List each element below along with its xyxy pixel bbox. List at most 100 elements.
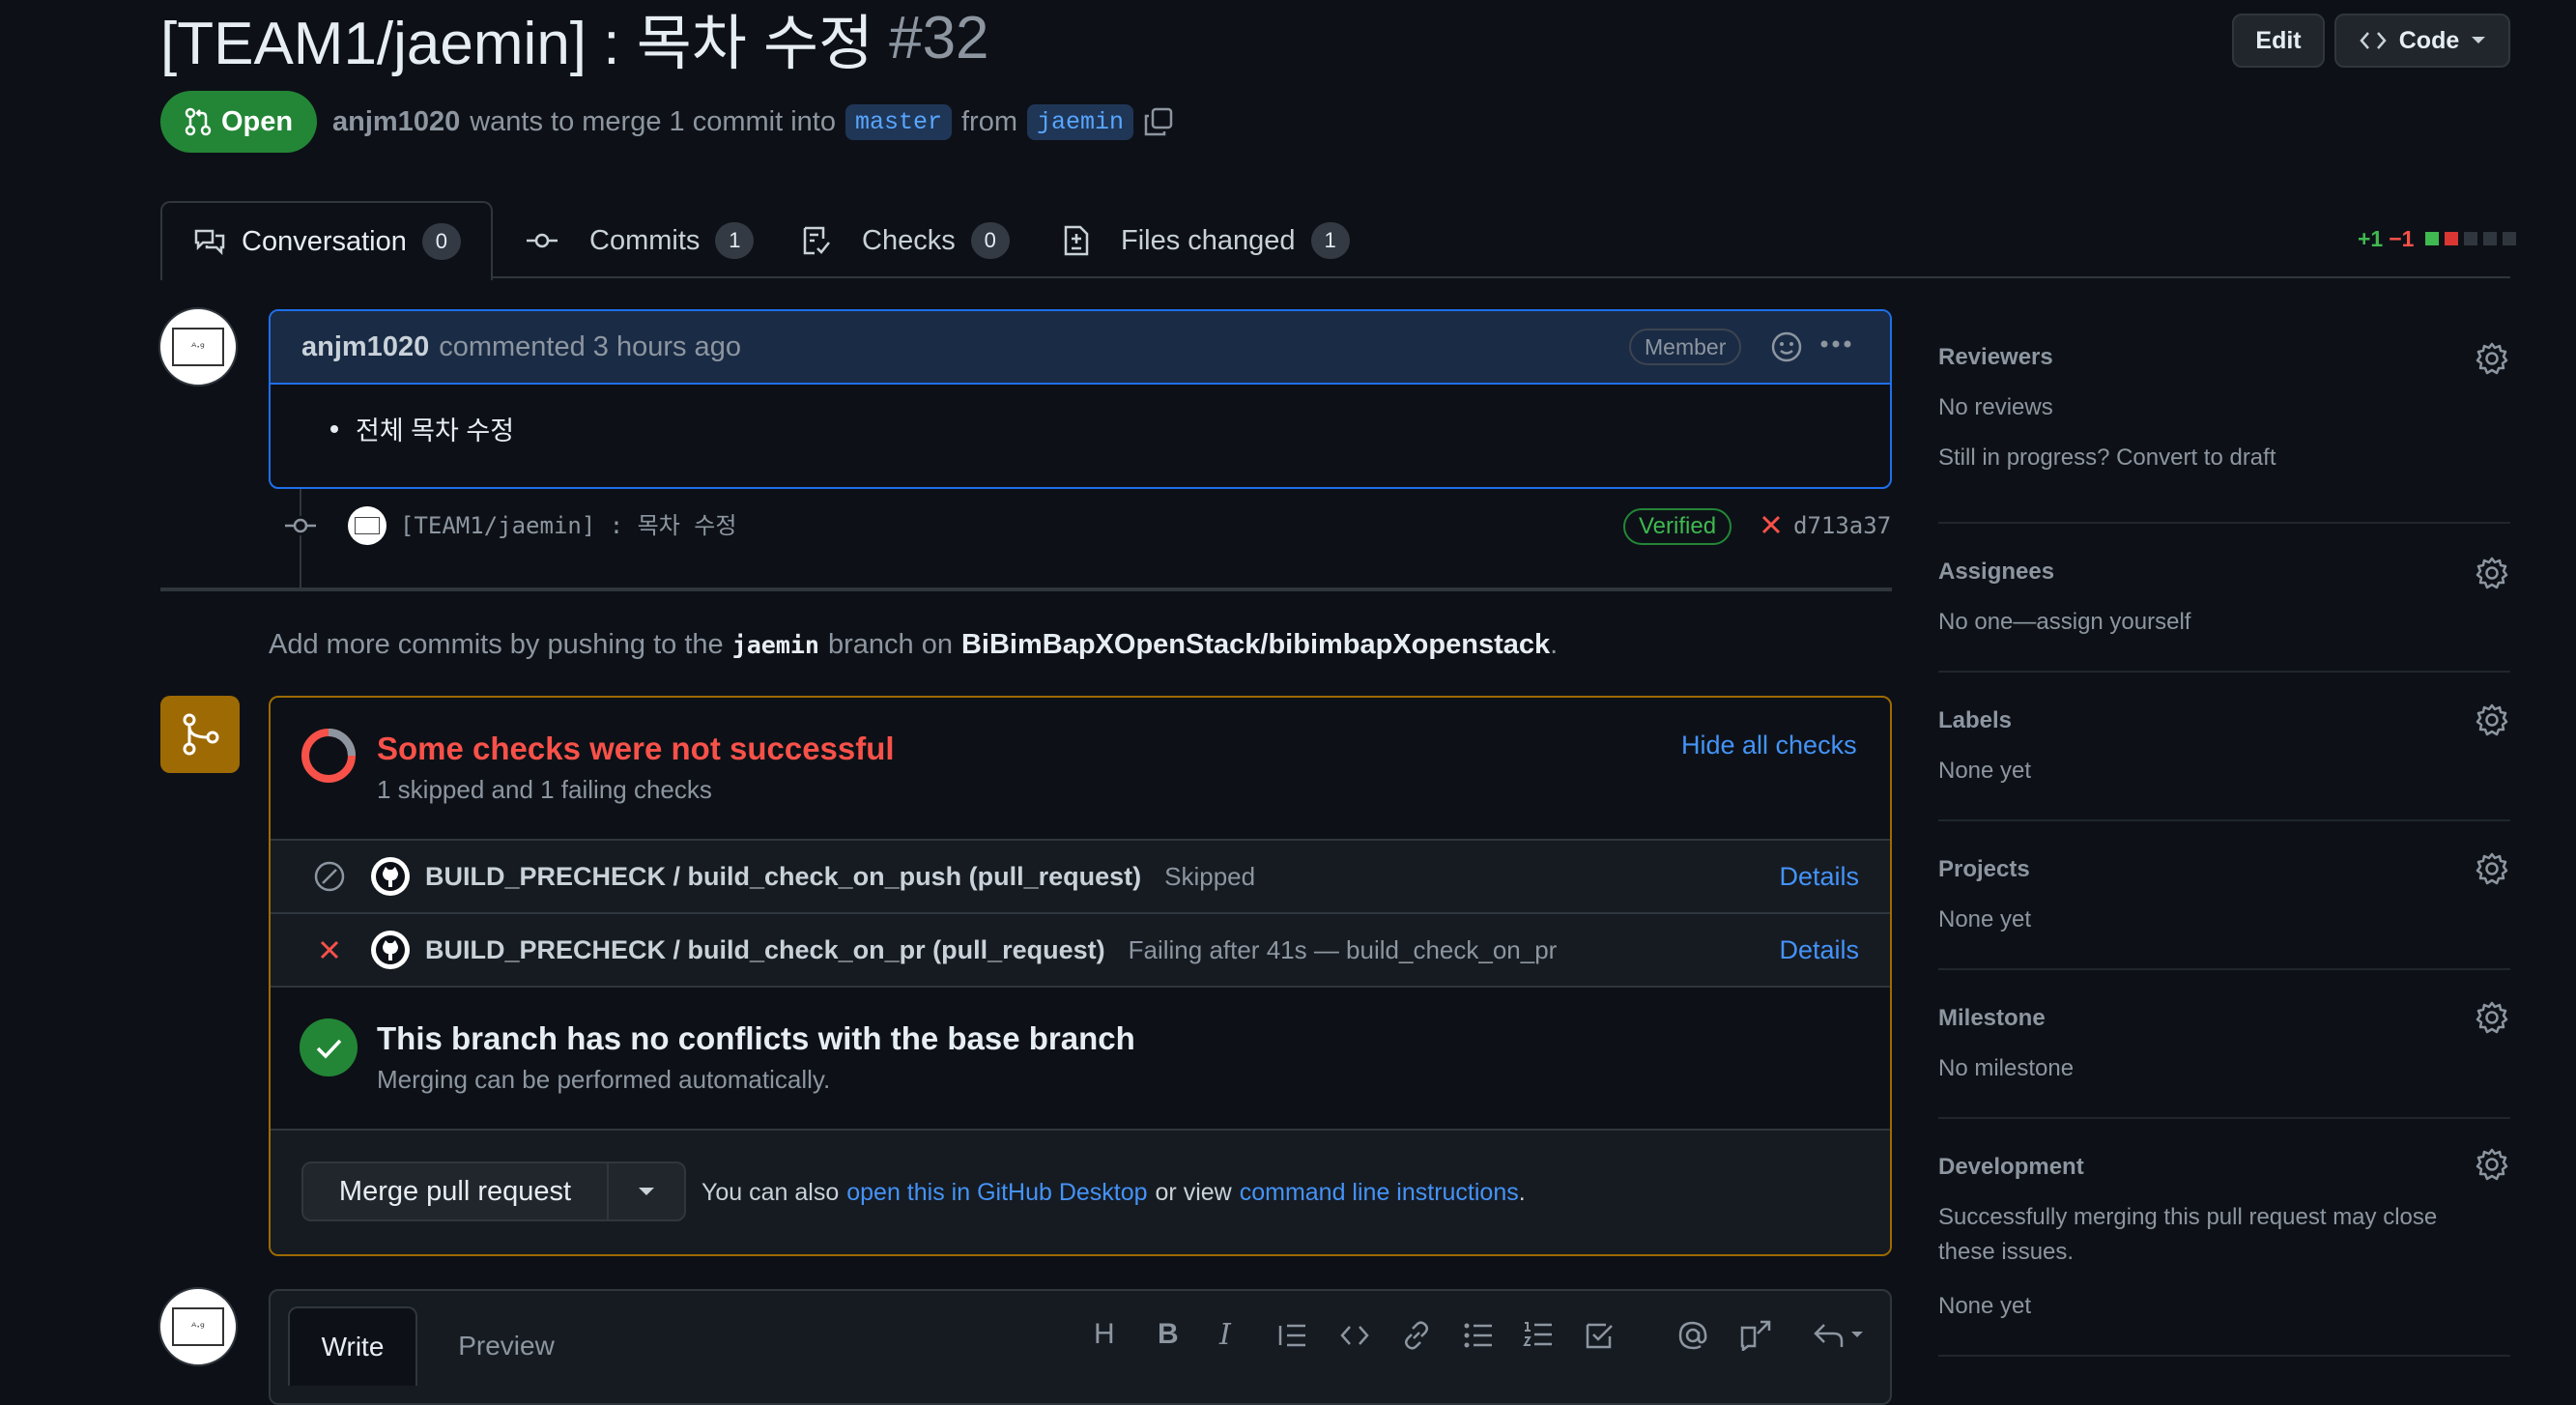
x-icon[interactable] [1760,514,1782,535]
comment-discussion-icon [193,227,226,256]
pr-state-badge: Open [160,91,317,153]
sidebar-divider [1938,1355,2510,1357]
hide-all-checks-link[interactable]: Hide all checks [1681,731,1857,760]
gear-icon[interactable] [2476,852,2508,885]
check-status: Failing after 41s — build_check_on_pr [1128,934,1558,964]
tab-count: 1 [715,222,755,259]
sidebar-development-title[interactable]: Development [1938,1154,2084,1181]
mention-icon[interactable] [1677,1320,1708,1351]
git-commit-icon [284,516,317,535]
diffstat-block [2483,232,2498,245]
pr-number: #32 [889,4,989,72]
kebab-horizontal-icon[interactable] [1818,338,1853,350]
file-diff-icon [1063,225,1105,256]
task-list-icon[interactable] [1585,1320,1616,1349]
git-merge-icon [181,713,219,756]
member-badge: Member [1629,329,1742,365]
push-hint-repo[interactable]: BiBimBapXOpenStack/bibimbapXopenstack [961,629,1550,661]
github-logo-icon [371,857,410,896]
unordered-list-icon[interactable] [1463,1322,1494,1349]
code-button-label: Code [2398,26,2460,54]
also-prefix: You can also [701,1178,840,1206]
tab-files-changed[interactable]: Files changed 1 [1063,201,1350,280]
editor-tab-write[interactable]: Write [288,1306,417,1386]
check-details-link[interactable]: Details [1779,862,1859,892]
gear-icon[interactable] [2476,342,2508,375]
sidebar-development-value: None yet [1938,1293,2032,1319]
edit-button[interactable]: Edit [2232,14,2325,68]
verified-badge[interactable]: Verified [1623,508,1732,545]
avatar[interactable]: ᴬ·ᵍ [158,1287,238,1366]
push-hint-prefix: Add more commits by pushing to the [269,628,724,660]
comment-header: anjm1020 commented 3 hours ago Member [271,311,1890,385]
avatar[interactable]: ᴬ·ᵍ [158,307,238,387]
gear-icon[interactable] [2476,703,2508,736]
checks-subtitle: 1 skipped and 1 failing checks [377,775,712,804]
quote-icon[interactable] [1277,1322,1308,1349]
italic-icon[interactable]: I [1219,1318,1231,1352]
check-details-link[interactable]: Details [1779,935,1859,965]
gear-icon[interactable] [2476,1148,2508,1181]
editor-tab-preview[interactable]: Preview [431,1306,582,1386]
commit-avatar[interactable] [348,506,386,545]
smiley-icon[interactable] [1770,330,1803,363]
code-button[interactable]: Code [2334,14,2510,68]
push-hint-branch: jaemin [731,630,819,659]
heading-icon[interactable]: H [1094,1318,1115,1351]
gear-icon[interactable] [2476,1001,2508,1034]
ordered-list-icon[interactable] [1523,1320,1554,1349]
push-hint: Add more commits by pushing to the jaemi… [269,624,1558,665]
pr-title: [TEAM1/jaemin] : 목차 수정 #32 [160,0,989,78]
bold-icon[interactable]: B [1158,1318,1179,1351]
check-circle-icon [300,1018,358,1076]
sidebar-labels-value: None yet [1938,758,2032,784]
sidebar-labels-title[interactable]: Labels [1938,707,2012,734]
tab-conversation[interactable]: Conversation 0 [160,201,493,280]
tab-commits[interactable]: Commits 1 [526,201,755,280]
sidebar-assignees-title[interactable]: Assignees [1938,559,2054,586]
merge-also-text: You can also open this in GitHub Desktop… [701,1175,1526,1210]
code-icon[interactable] [1339,1324,1370,1347]
commit-message[interactable]: [TEAM1/jaemin] : 목차 수정 [400,508,736,543]
convert-to-draft-link[interactable]: Still in progress? Convert to draft [1938,444,2276,472]
sidebar-projects-value: None yet [1938,906,2032,932]
reply-icon[interactable] [1813,1322,1867,1349]
gear-icon[interactable] [2476,557,2508,589]
sidebar-development-line1: Successfully merging this pull request m… [1938,1204,2438,1230]
sidebar-milestone-title[interactable]: Milestone [1938,1005,2046,1032]
merge-status-icon [160,696,240,773]
comment-author[interactable]: anjm1020 [301,331,429,363]
sidebar-divider [1938,522,2510,524]
sidebar-reviewers-title[interactable]: Reviewers [1938,344,2053,371]
base-branch[interactable]: master [844,103,952,140]
diffstat-block [2445,232,2459,245]
sidebar-projects-title[interactable]: Projects [1938,856,2030,883]
caret-down-icon [638,1187,655,1196]
commit-sha[interactable]: d713a37 [1793,508,1891,543]
tab-count: 1 [1310,222,1350,259]
merge-button-label: Merge pull request [338,1175,572,1207]
timeline-divider [160,588,1892,591]
preview-label: Preview [458,1331,555,1361]
code-icon [2359,29,2388,52]
command-line-link[interactable]: command line instructions [1240,1179,1519,1207]
pr-merge-summary: anjm1020 wants to merge 1 commit into ma… [332,99,1174,145]
bullet-dot [330,424,338,433]
x-icon [319,939,340,961]
assign-yourself-link[interactable]: No one—assign yourself [1938,609,2190,636]
cross-reference-icon[interactable] [1739,1320,1772,1351]
link-icon[interactable] [1401,1320,1432,1351]
checks-ring-icon [300,727,358,785]
copy-icon[interactable] [1143,106,1174,137]
merge-method-dropdown[interactable] [607,1161,686,1221]
push-hint-middle: branch on [827,628,953,660]
pr-author-link[interactable]: anjm1020 [332,106,460,138]
comment-meta[interactable]: commented 3 hours ago [439,331,741,363]
tab-label: Conversation [242,225,407,257]
head-branch[interactable]: jaemin [1026,103,1133,140]
merge-pull-request-button[interactable]: Merge pull request [301,1161,609,1221]
pr-state-label: Open [220,105,294,137]
github-desktop-link[interactable]: open this in GitHub Desktop [846,1179,1147,1207]
comment-box: anjm1020 commented 3 hours ago Member 전체… [269,309,1892,489]
tab-checks[interactable]: Checks 0 [802,201,1010,280]
